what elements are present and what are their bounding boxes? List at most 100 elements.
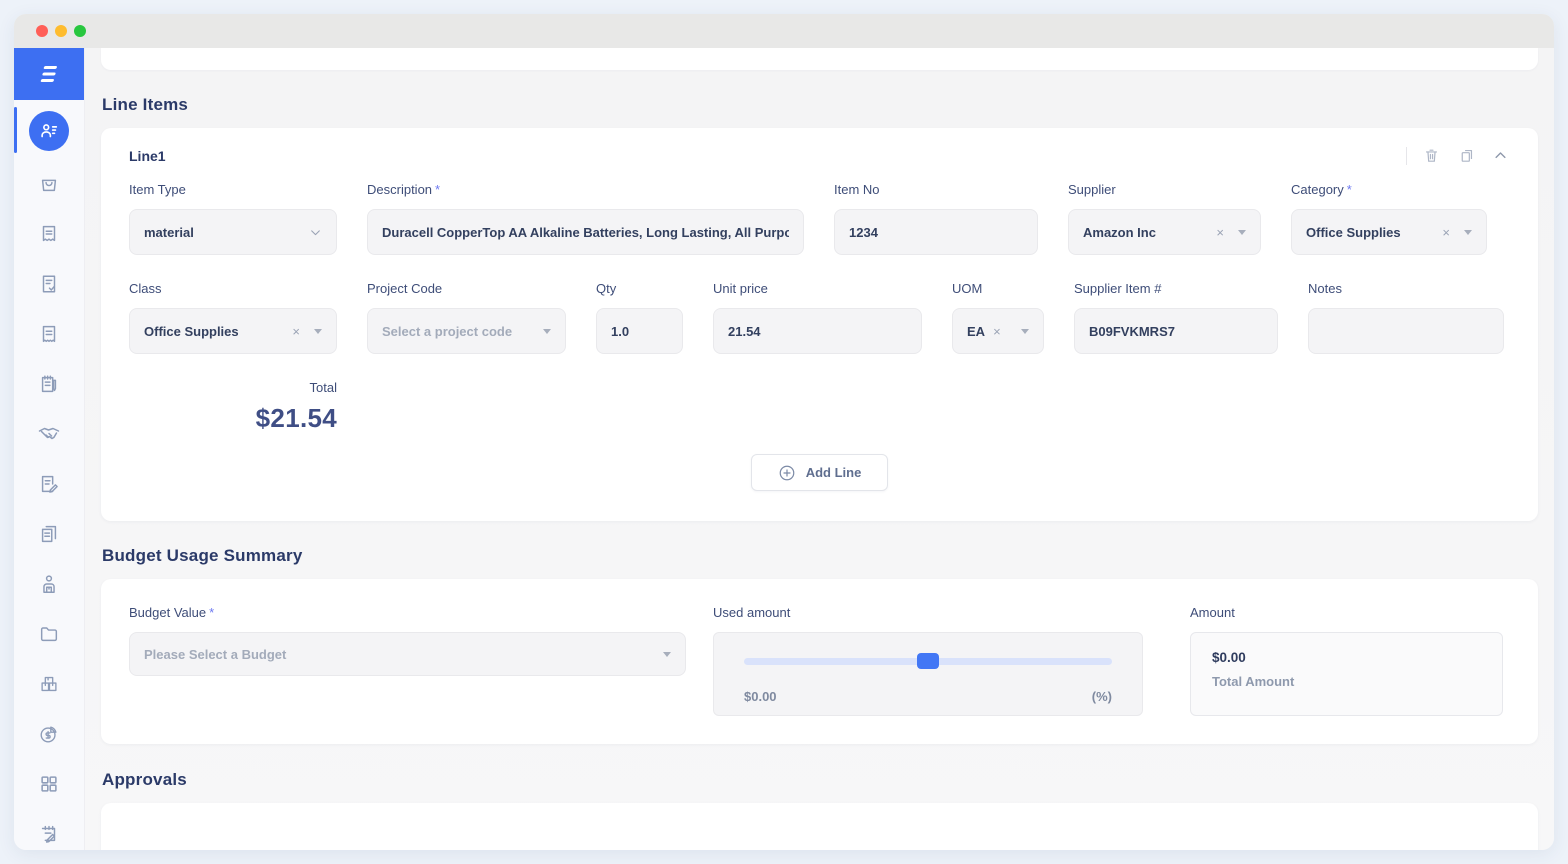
approvals-card-partial	[101, 803, 1538, 850]
sidebar-item-drafts[interactable]	[14, 459, 84, 509]
category-select[interactable]: Office Supplies ×	[1291, 209, 1487, 255]
total-value: $21.54	[255, 403, 337, 433]
slider-handle[interactable]	[917, 653, 939, 669]
project-code-label: Project Code	[367, 281, 443, 296]
calendar-edit-icon	[41, 825, 56, 843]
sidebar-item-receipts[interactable]	[14, 309, 84, 359]
chevron-up-icon	[1495, 152, 1506, 159]
caret-down-icon[interactable]	[543, 328, 551, 334]
folder-icon	[40, 627, 58, 642]
app-logo[interactable]	[14, 48, 84, 100]
qty-input[interactable]: 1.0	[596, 308, 683, 354]
unit-price-label: Unit price	[713, 281, 768, 296]
sidebar-item-purchases[interactable]	[14, 159, 84, 209]
sidebar-item-requisitions-active[interactable]	[14, 103, 84, 159]
logo-icon	[40, 66, 57, 82]
used-amount-slider-box: $0.00 (%)	[713, 632, 1143, 716]
class-select[interactable]: Office Supplies ×	[129, 308, 337, 354]
delete-line-button[interactable]	[1421, 145, 1442, 166]
grid-icon	[41, 776, 57, 792]
previous-section-card-partial	[101, 48, 1538, 70]
clear-icon[interactable]: ×	[993, 324, 1001, 339]
supplier-item-input[interactable]: B09FVKMRS7	[1074, 308, 1278, 354]
sidebar-item-planning[interactable]	[14, 809, 84, 850]
shopping-bag-icon	[41, 179, 57, 192]
category-label: Category *	[1291, 182, 1352, 197]
description-input[interactable]: Duracell CopperTop AA Alkaline Batteries…	[367, 209, 804, 255]
caret-down-icon[interactable]	[663, 651, 671, 657]
line-item-card: Line1 Item Type material Description * D…	[101, 128, 1538, 521]
used-amount-label: Used amount	[713, 605, 791, 620]
active-indicator	[14, 107, 17, 153]
sidebar-item-contracts[interactable]	[14, 409, 84, 459]
line-items-heading: Line Items	[102, 95, 189, 114]
chevron-down-icon	[311, 229, 320, 235]
clear-icon[interactable]: ×	[1442, 225, 1450, 240]
notes-label: Notes	[1308, 281, 1342, 296]
budget-value-select[interactable]: Please Select a Budget	[129, 632, 686, 676]
line-title: Line1	[129, 147, 166, 164]
description-label: Description *	[367, 182, 441, 197]
caret-down-icon[interactable]	[1021, 328, 1029, 334]
sidebar-item-budgets[interactable]	[14, 709, 84, 759]
receipt-icon	[42, 225, 56, 242]
pallet-boxes-icon	[41, 676, 57, 692]
amount-caption: Total Amount	[1212, 674, 1295, 689]
clear-icon[interactable]: ×	[1216, 225, 1224, 240]
notes-input[interactable]	[1308, 308, 1504, 354]
app-window: Line Items Line1 Item Type material Desc…	[14, 14, 1554, 850]
trash-icon	[1425, 149, 1438, 162]
sidebar-item-apps[interactable]	[14, 759, 84, 809]
project-code-select[interactable]: Select a project code	[367, 308, 566, 354]
document-edit-icon	[41, 475, 58, 493]
collapse-line-button[interactable]	[1491, 146, 1510, 165]
maximize-window-button[interactable]	[74, 25, 86, 37]
amount-value: $0.00	[1212, 650, 1246, 665]
sidebar-item-files[interactable]	[14, 609, 84, 659]
qty-label: Qty	[596, 281, 617, 296]
sidebar-item-orders[interactable]	[14, 259, 84, 309]
person-list-icon	[29, 111, 69, 151]
used-amount-unit: (%)	[1091, 689, 1112, 704]
amount-label: Amount	[1190, 605, 1235, 620]
item-no-label: Item No	[834, 182, 880, 197]
sidebar-item-templates[interactable]	[14, 509, 84, 559]
copy-icon	[1461, 149, 1473, 162]
minimize-window-button[interactable]	[55, 25, 67, 37]
caret-down-icon[interactable]	[1238, 229, 1246, 235]
line-total: Total $21.54	[129, 380, 337, 434]
sidebar-item-inventory[interactable]	[14, 659, 84, 709]
close-window-button[interactable]	[36, 25, 48, 37]
sidebar-item-suppliers[interactable]	[14, 559, 84, 609]
plus-circle-icon	[779, 465, 795, 480]
approvals-heading: Approvals	[102, 770, 187, 789]
caret-down-icon[interactable]	[314, 328, 322, 334]
actions-divider	[1406, 146, 1407, 165]
item-no-input[interactable]: 1234	[834, 209, 1038, 255]
main-content: Line Items Line1 Item Type material Desc…	[85, 48, 1554, 850]
add-line-button[interactable]: Add Line	[750, 454, 889, 491]
handshake-icon	[38, 427, 60, 440]
delivery-person-icon	[43, 575, 55, 593]
pie-dollar-icon	[40, 726, 57, 743]
clear-icon[interactable]: ×	[292, 324, 300, 339]
copy-documents-icon	[41, 525, 57, 543]
budget-usage-heading: Budget Usage Summary	[102, 546, 303, 565]
uom-select[interactable]: EA ×	[952, 308, 1044, 354]
supplier-label: Supplier	[1068, 182, 1116, 197]
supplier-select[interactable]: Amazon Inc ×	[1068, 209, 1261, 255]
supplier-item-label: Supplier Item #	[1074, 281, 1162, 296]
sidebar-item-invoices[interactable]	[14, 209, 84, 259]
caret-down-icon[interactable]	[1464, 229, 1472, 235]
class-label: Class	[129, 281, 162, 296]
duplicate-line-button[interactable]	[1456, 145, 1477, 166]
item-type-select[interactable]: material	[129, 209, 337, 255]
sidebar-item-rfq[interactable]	[14, 359, 84, 409]
unit-price-input[interactable]: 21.54	[713, 308, 922, 354]
sidebar	[14, 48, 85, 850]
document-lines-icon	[42, 325, 56, 343]
amount-box: $0.00 Total Amount	[1190, 632, 1503, 716]
notepad-pen-icon	[41, 375, 57, 393]
slider-track[interactable]	[744, 653, 1112, 669]
uom-label: UOM	[952, 281, 983, 296]
